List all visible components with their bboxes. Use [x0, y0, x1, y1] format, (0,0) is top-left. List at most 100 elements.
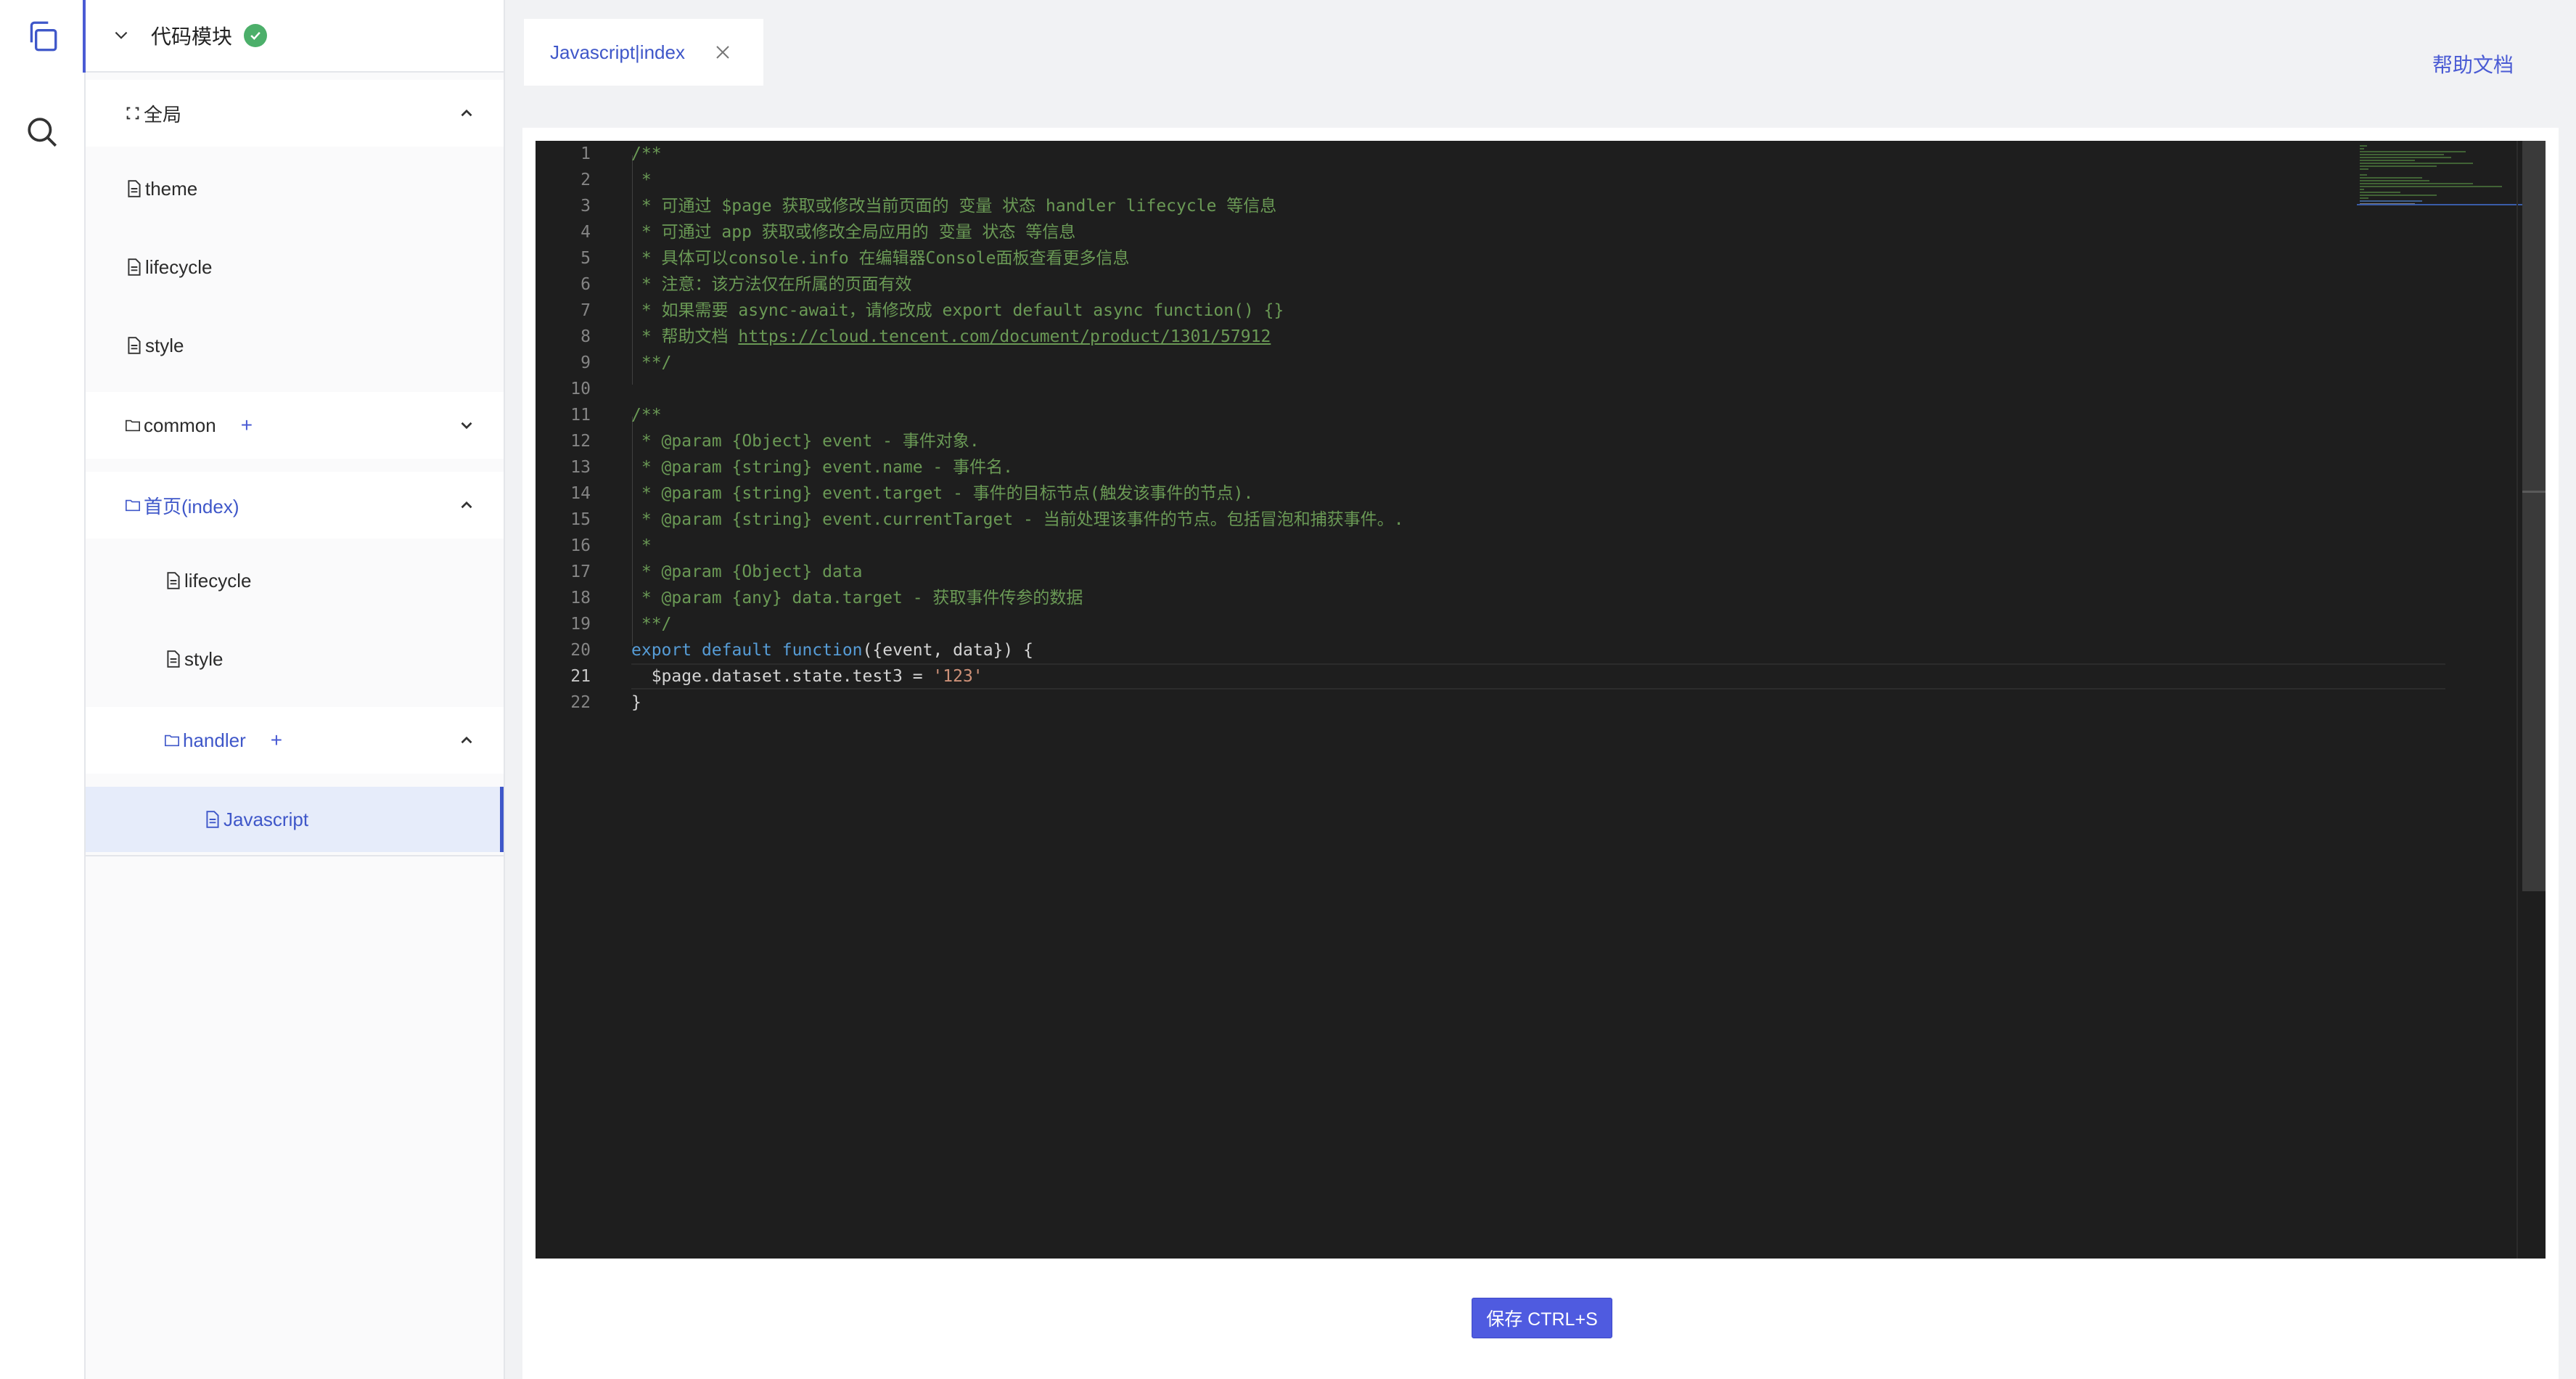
tree-item-style[interactable]: style: [86, 312, 504, 379]
line-number: 1: [581, 144, 591, 163]
code-line: * @param {string} event.currentTarget - …: [631, 510, 1404, 529]
tree-item-label: handler: [183, 729, 246, 751]
chevron-down-icon: [461, 422, 472, 430]
add-button[interactable]: +: [241, 414, 253, 437]
file-icon: [206, 811, 219, 828]
folder-icon: [126, 499, 140, 512]
code-line: * @param {Object} data: [631, 562, 863, 581]
tree-item-handler[interactable]: handler +: [86, 707, 504, 774]
tree-item-common[interactable]: common +: [86, 392, 504, 459]
code-line: * @param {string} event.name - 事件名.: [631, 458, 1013, 477]
tree-item-javascript[interactable]: Javascript: [86, 787, 504, 852]
code-line: * 如果需要 async-await，请修改成 export default a…: [631, 301, 1284, 320]
file-tree: 代码模块 全局 theme lifecycle style common + 首…: [86, 0, 505, 1379]
code-line: * 可通过 app 获取或修改全局应用的 变量 状态 等信息: [631, 223, 1076, 242]
search-icon: [28, 118, 57, 147]
tree-item-label: 全局: [144, 103, 182, 126]
chevron-up-icon: [461, 736, 472, 744]
line-number: 16: [570, 536, 591, 555]
save-button[interactable]: 保存 CTRL+S: [1472, 1298, 1612, 1338]
tree-item-index-lifecycle[interactable]: lifecycle: [86, 547, 504, 614]
code-line: $page.dataset.state.test3 = '123': [631, 667, 983, 686]
tree-item-label: lifecycle: [184, 569, 252, 592]
line-number: 3: [581, 197, 591, 216]
line-number: 20: [570, 641, 591, 660]
minimap[interactable]: [2357, 144, 2531, 209]
tree-item-label: common: [144, 414, 216, 436]
tree-item-label: Javascript: [223, 808, 309, 830]
code-comment: * 帮助文档: [631, 327, 739, 346]
copy-pages-icon: [30, 21, 57, 52]
tree-item-label: style: [145, 334, 184, 356]
divider: [86, 855, 504, 856]
code-line: *: [631, 536, 652, 555]
tree-item-index-style[interactable]: style: [86, 626, 504, 692]
code-line: /**: [631, 144, 662, 163]
chevron-up-icon: [461, 109, 472, 117]
file-icon: [167, 572, 180, 589]
chevron-up-icon: [461, 501, 472, 509]
tree-item-label: 首页(index): [144, 495, 239, 517]
tree-item-global[interactable]: 全局: [86, 80, 504, 147]
line-number: 7: [581, 301, 591, 320]
activity-rail: [0, 0, 86, 1379]
chevron-down-icon: [115, 31, 128, 39]
code-line: * @param {any} data.target - 获取事件传参的数据: [631, 589, 1083, 607]
code-line: **/: [631, 353, 672, 372]
line-number: 14: [570, 484, 591, 503]
help-docs-link[interactable]: 帮助文档: [2432, 49, 2514, 78]
line-number: 21: [570, 667, 591, 686]
scrollbar-thumb[interactable]: [2522, 141, 2546, 891]
tree-header[interactable]: 代码模块: [86, 0, 504, 73]
tree-item-label: style: [184, 647, 223, 670]
close-icon[interactable]: [714, 44, 731, 61]
doc-url-link[interactable]: https://cloud.tencent.com/document/produ…: [738, 327, 1271, 346]
file-icon: [128, 337, 141, 354]
code-line: }: [631, 693, 641, 712]
line-number: 17: [570, 562, 591, 581]
line-number: 9: [581, 353, 591, 372]
file-icon: [167, 650, 180, 668]
tab-label: Javascript|index: [550, 41, 685, 63]
code-line: /**: [631, 406, 662, 425]
minimap-border: [2516, 141, 2518, 1259]
line-number: 15: [570, 510, 591, 529]
code-line: * 注意：该方法仅在所属的页面有效: [631, 275, 912, 294]
code-line: * 具体可以console.info 在编辑器Console面板查看更多信息: [631, 249, 1130, 268]
folder-icon: [126, 420, 140, 432]
tree-header-label: 代码模块: [151, 25, 233, 48]
line-number: 2: [581, 171, 591, 189]
check-circle-icon: [244, 24, 268, 47]
line-number: 10: [570, 380, 591, 398]
tab-javascript-index[interactable]: Javascript|index: [524, 19, 763, 86]
file-icon: [128, 258, 141, 276]
tree-item-index-page[interactable]: 首页(index): [86, 472, 504, 539]
line-number: 11: [570, 406, 591, 425]
tree-item-theme[interactable]: theme: [86, 155, 504, 222]
rail-item-search[interactable]: [0, 96, 84, 168]
line-number: 22: [570, 693, 591, 712]
code-line: * 帮助文档 https://cloud.tencent.com/documen…: [631, 324, 1271, 350]
code-line: export default function({event, data}) {: [631, 641, 1033, 660]
add-button[interactable]: +: [271, 729, 282, 752]
code-line: *: [631, 171, 652, 189]
folder-icon: [165, 734, 179, 747]
tree-item-label: theme: [145, 177, 198, 200]
code-line: * @param {Object} event - 事件对象.: [631, 432, 980, 451]
code-line: **/: [631, 615, 672, 634]
line-number: 18: [570, 589, 591, 607]
rail-item-code[interactable]: [0, 0, 86, 73]
file-icon: [128, 180, 141, 197]
tree-item-lifecycle[interactable]: lifecycle: [86, 234, 504, 300]
line-number: 13: [570, 458, 591, 477]
tree-item-label: lifecycle: [145, 255, 213, 278]
line-number: 8: [581, 327, 591, 346]
line-number: 19: [570, 615, 591, 634]
fullscreen-icon: [126, 107, 139, 120]
code-editor[interactable]: 1 2 3 4 5 6 7 8 9 10 11 12 13 14 15 16 17 18 19 20 21 22 /** …: [536, 141, 2546, 1259]
scrollbar-cursor-marker: [2522, 491, 2546, 493]
code-line: * @param {string} event.target - 事件的目标节点…: [631, 484, 1254, 503]
code-line: * 可通过 $page 获取或修改当前页面的 变量 状态 handler lif…: [631, 197, 1277, 216]
line-number: 4: [581, 223, 591, 242]
line-number: 6: [581, 275, 591, 294]
